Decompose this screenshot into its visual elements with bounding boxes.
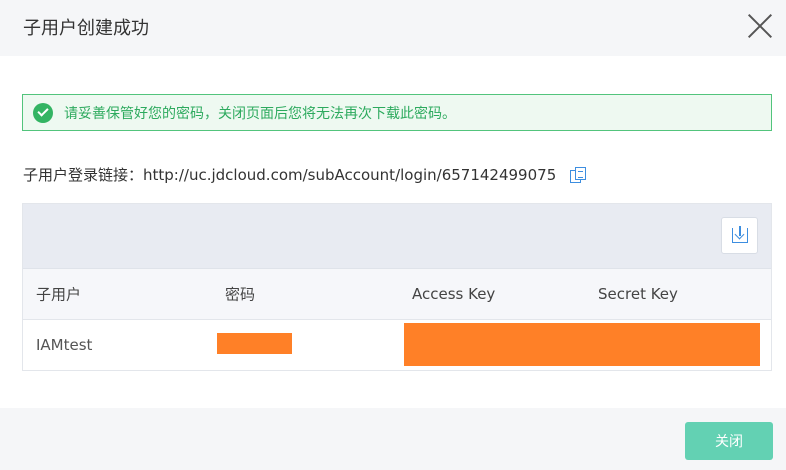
dialog-title: 子用户创建成功 [23, 18, 149, 39]
check-circle-icon [33, 102, 53, 123]
close-button[interactable]: 关闭 [685, 422, 773, 460]
login-link-url[interactable]: http://uc.jdcloud.com/subAccount/login/6… [143, 166, 556, 184]
success-alert: 请妥善保管好您的密码，关闭页面后您将无法再次下载此密码。 [22, 94, 772, 131]
dialog-body: 请妥善保管好您的密码，关闭页面后您将无法再次下载此密码。 子用户登录链接： ht… [0, 56, 786, 408]
table-header: 子用户 密码 Access Key Secret Key [23, 269, 771, 320]
column-header-secret-key: Secret Key [598, 285, 678, 303]
close-icon[interactable] [747, 13, 773, 39]
copy-icon[interactable] [570, 166, 587, 183]
login-link-label: 子用户登录链接： [23, 166, 144, 184]
dialog-footer: 关闭 [0, 408, 786, 470]
download-button[interactable] [721, 217, 758, 254]
password-redaction [217, 333, 292, 354]
keys-redaction [404, 323, 760, 366]
dialog-header: 子用户创建成功 [0, 0, 786, 56]
table-row: IAMtest [23, 320, 771, 370]
column-header-access-key: Access Key [412, 285, 496, 303]
column-header-password: 密码 [225, 285, 256, 304]
credentials-table: 子用户 密码 Access Key Secret Key IAMtest [22, 203, 772, 371]
alert-text: 请妥善保管好您的密码，关闭页面后您将无法再次下载此密码。 [64, 105, 456, 122]
login-link-row: 子用户登录链接： http://uc.jdcloud.com/subAccoun… [23, 164, 587, 185]
cell-username: IAMtest [36, 336, 93, 354]
table-toolbar [23, 204, 771, 269]
column-header-username: 子用户 [36, 285, 82, 304]
